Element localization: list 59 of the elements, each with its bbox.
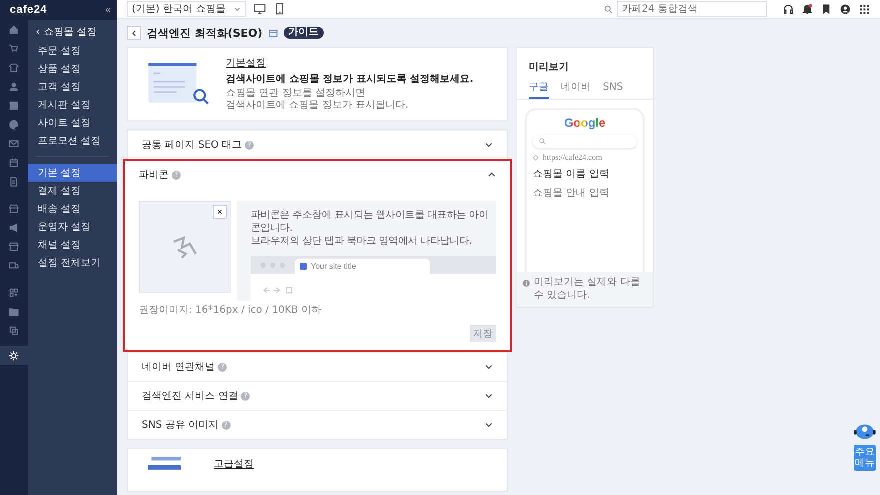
info-icon [523, 280, 530, 287]
remove-button[interactable]: × [213, 205, 227, 219]
site-icon [533, 154, 539, 160]
guide-button[interactable]: 가이드 [284, 27, 324, 39]
browser-nav-icon [261, 287, 295, 294]
back-icon[interactable]: ‹ [36, 26, 40, 38]
mobile-icon[interactable] [274, 3, 286, 15]
preview-tab[interactable]: SNS [603, 78, 624, 99]
chatbot-icon[interactable] [854, 423, 876, 441]
preview-title: 미리보기 [528, 61, 570, 75]
bell-icon[interactable] [802, 4, 813, 14]
sidebar-item[interactable]: 채널 설정 [28, 236, 117, 254]
back-button[interactable] [127, 26, 141, 40]
sidebar-item[interactable]: 게시판 설정 [28, 96, 117, 114]
favicon-upload-box[interactable]: × [139, 201, 231, 293]
result-url: https://cafe24.com [543, 153, 602, 162]
logo[interactable]: cafe24 [10, 3, 48, 17]
web-page-search-drawing [148, 61, 212, 107]
bookmark-icon[interactable] [821, 4, 832, 14]
headset-icon[interactable] [783, 4, 794, 14]
sidebar-item[interactable]: 배송 설정 [28, 200, 117, 218]
result-description: 쇼핑몰 안내 입력 [533, 187, 610, 200]
search-icon [539, 138, 546, 145]
search-icon[interactable] [604, 4, 613, 14]
result-title: 쇼핑몰 이름 입력 [533, 168, 610, 181]
sidebar-item[interactable]: 설정 전체보기 [28, 254, 117, 272]
collapse-button[interactable]: « [99, 4, 117, 16]
intro-text: 검색사이트에 쇼핑몰 정보가 표시됩니다. [226, 100, 410, 112]
shop-select[interactable]: (기본) 한국어 쇼핑몰 [127, 1, 246, 17]
sidebar-item[interactable]: 프로모션 설정 [28, 132, 117, 150]
desktop-icon[interactable] [254, 3, 266, 15]
page-title: 검색엔진 최적화(SEO) [147, 26, 263, 40]
tab-title: Your site title [311, 262, 357, 271]
search-engine-logo: Google [564, 116, 606, 130]
sidebar-title: 쇼핑몰 설정 [44, 26, 98, 39]
description-text: 파비콘은 주소창에 표시되는 웹사이트를 대표하는 아이콘입니다. [251, 209, 490, 235]
chevron-left-icon [130, 30, 138, 36]
gear-icon[interactable] [0, 346, 28, 365]
apps-grid-icon[interactable] [859, 4, 870, 14]
account-icon[interactable] [840, 4, 851, 14]
favicon-square-icon [300, 263, 307, 270]
description-text: 브라우저의 상단 탭과 북마크 영역에서 나타납니다. [251, 235, 473, 248]
intro-label: 기본설정 [226, 57, 267, 70]
sidebar-item[interactable]: 주문 설정 [28, 42, 117, 60]
sidebar-item[interactable]: 운영자 설정 [28, 218, 117, 236]
intro-heading: 검색사이트에 쇼핑몰 정보가 표시되도록 설정해보세요. [226, 73, 474, 86]
sidebar-item[interactable]: 결제 설정 [28, 182, 117, 200]
sidebar-item[interactable]: 사이트 설정 [28, 114, 117, 132]
preview-note: 미리보기는 실제와 다를 수 있습니다. [534, 277, 642, 302]
preview-tab[interactable]: 네이버 [561, 78, 591, 99]
search-field[interactable]: 카페24 통합검색 [617, 1, 767, 17]
sidebar-item[interactable]: 고객 설정 [28, 78, 117, 96]
intro-text: 쇼핑몰 연관 정보를 설정하시면 [226, 88, 367, 100]
advanced-label: 고급설정 [214, 458, 254, 471]
sidebar-item[interactable]: 기본 설정 [28, 164, 117, 182]
sidebar-item[interactable]: 상품 설정 [28, 60, 117, 78]
caret-icon [234, 6, 242, 12]
preview-tab[interactable]: 구글 [529, 78, 549, 99]
upload-hint: 권장이미지: 16*16px / ico / 10KB 이하 [139, 305, 322, 317]
